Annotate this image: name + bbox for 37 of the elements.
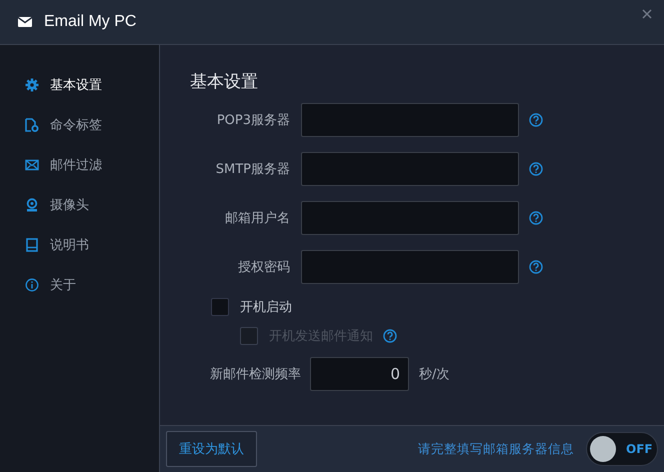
webcam-icon bbox=[25, 198, 39, 212]
envelope-icon bbox=[18, 17, 32, 27]
sidebar-item[interactable]: 命令标签 bbox=[0, 105, 159, 145]
section-title: 基本设置 bbox=[190, 71, 259, 93]
gear-icon bbox=[25, 78, 39, 92]
sidebar-item[interactable]: 邮件过滤 bbox=[0, 145, 159, 185]
help-icon bbox=[383, 329, 397, 343]
sidebar-item[interactable]: 基本设置 bbox=[0, 65, 159, 105]
window-title: Email My PC bbox=[44, 13, 136, 31]
help-icon bbox=[529, 113, 543, 127]
toggle-switch[interactable]: OFF bbox=[586, 432, 658, 466]
unit-label: 秒/次 bbox=[419, 366, 450, 383]
help-icon bbox=[529, 260, 543, 274]
sidebar-item[interactable]: 说明书 bbox=[0, 225, 159, 265]
checkbox[interactable] bbox=[211, 298, 229, 316]
sidebar-item[interactable]: 关于 bbox=[0, 265, 159, 305]
input-field[interactable] bbox=[301, 152, 519, 186]
input-field[interactable] bbox=[301, 250, 519, 284]
document-icon bbox=[25, 118, 39, 132]
field-label: SMTP服务器 bbox=[214, 161, 290, 178]
field-label: 新邮件检测频率 bbox=[210, 366, 301, 383]
reset-button[interactable]: 重设为默认 bbox=[166, 431, 257, 467]
field-label: 授权密码 bbox=[237, 259, 290, 276]
info-icon bbox=[25, 278, 39, 292]
book-icon bbox=[25, 238, 39, 252]
checkbox-label: 开机启动 bbox=[240, 299, 292, 316]
input-field[interactable] bbox=[301, 201, 519, 235]
field-label: POP3服务器 bbox=[216, 112, 290, 129]
close-icon bbox=[642, 9, 652, 19]
status-message: 请完整填写邮箱服务器信息 bbox=[418, 440, 574, 458]
help-icon bbox=[529, 211, 543, 225]
envelope-icon bbox=[25, 158, 39, 172]
number-field[interactable]: 0 bbox=[310, 357, 409, 391]
help-icon bbox=[529, 162, 543, 176]
input-field[interactable] bbox=[301, 103, 519, 137]
field-label: 邮箱用户名 bbox=[224, 210, 290, 227]
sidebar-item[interactable]: 摄像头 bbox=[0, 185, 159, 225]
